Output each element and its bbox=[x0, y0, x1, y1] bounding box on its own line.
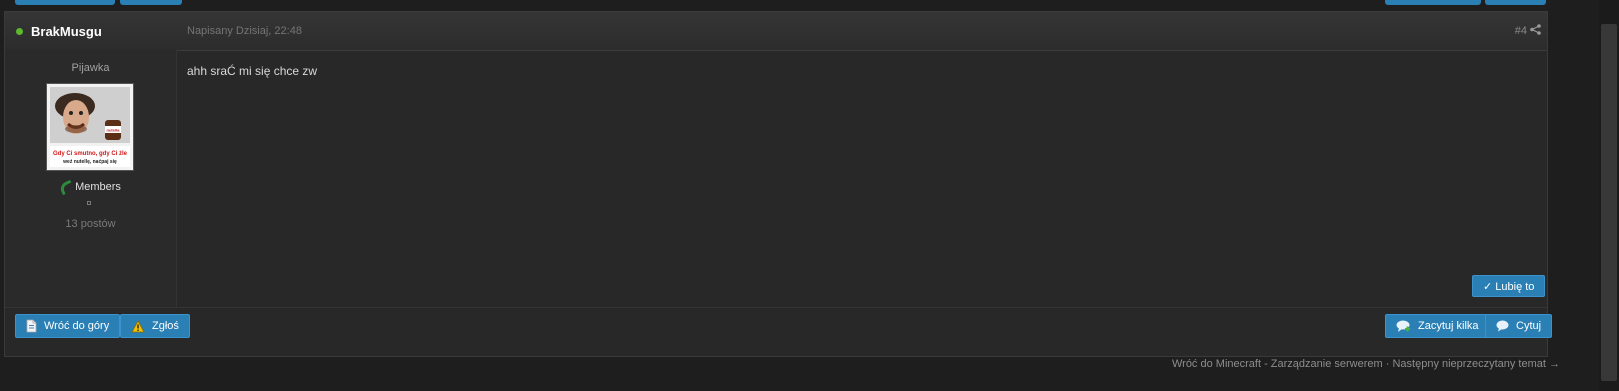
group-icon bbox=[58, 179, 75, 195]
topic-navigation: Wróć do Minecraft - Zarządzanie serwerem… bbox=[1172, 358, 1560, 370]
quote-button[interactable]: Cytuj bbox=[1485, 314, 1553, 338]
warning-icon bbox=[131, 319, 145, 332]
multiquote-button[interactable]: Zacytuj kilka bbox=[1385, 314, 1490, 338]
post-header: BrakMusgu Napisany Dzisiaj, 22:48 #4 bbox=[5, 12, 1547, 51]
post: BrakMusgu Napisany Dzisiaj, 22:48 #4 Pij… bbox=[4, 11, 1553, 357]
quote-icon bbox=[1496, 320, 1509, 332]
back-to-forum-link[interactable]: Wróć do Minecraft - Zarządzanie serwerem bbox=[1172, 358, 1383, 370]
user-title: Pijawka bbox=[71, 62, 110, 74]
post-count: 13 postów bbox=[65, 218, 116, 230]
multiquote-icon bbox=[1396, 320, 1410, 332]
avatar[interactable]: nutella Gdy Ci smutno, gdy Ci źle weź nu… bbox=[46, 83, 134, 171]
top-button-1[interactable] bbox=[15, 0, 115, 5]
top-button-2[interactable] bbox=[120, 0, 182, 5]
svg-text:nutella: nutella bbox=[107, 128, 121, 133]
document-icon bbox=[26, 319, 37, 333]
group-label: Members bbox=[75, 181, 121, 193]
rank-pip bbox=[87, 201, 91, 205]
post-footer-divider bbox=[5, 307, 1547, 308]
post-number[interactable]: #4 bbox=[1515, 25, 1527, 37]
next-unread-link[interactable]: Następny nieprzeczytany temat → bbox=[1392, 358, 1560, 370]
back-to-top-label: Wróć do góry bbox=[44, 320, 110, 332]
author-sidebar: Pijawka nutella Gdy Ci smutno, gdy Ci źl… bbox=[5, 50, 177, 307]
back-to-top-button[interactable]: Wróć do góry bbox=[15, 314, 121, 338]
share-icon[interactable] bbox=[1530, 24, 1541, 35]
post-date: Napisany Dzisiaj, 22:48 bbox=[187, 25, 302, 37]
post-body: ahh sraĆ mi się chce zw bbox=[187, 64, 318, 78]
top-button-4[interactable] bbox=[1485, 0, 1546, 5]
quote-label: Cytuj bbox=[1516, 320, 1542, 332]
like-label: ✓ Lubię to bbox=[1483, 280, 1535, 293]
post-author[interactable]: BrakMusgu bbox=[31, 24, 102, 39]
online-indicator bbox=[16, 28, 23, 35]
report-button[interactable]: Zgłoś bbox=[120, 314, 190, 338]
avatar-image: nutella Gdy Ci smutno, gdy Ci źle weź nu… bbox=[50, 87, 130, 167]
avatar-caption-line1: Gdy Ci smutno, gdy Ci źle bbox=[53, 151, 128, 157]
nav-separator: · bbox=[1385, 358, 1390, 370]
scrollbar[interactable] bbox=[1599, 0, 1619, 391]
like-button[interactable]: ✓ Lubię to bbox=[1472, 275, 1546, 297]
top-button-3[interactable] bbox=[1385, 0, 1481, 5]
scrollbar-thumb[interactable] bbox=[1601, 24, 1617, 381]
avatar-caption-line2: weź nutellę, naćpaj się bbox=[62, 159, 117, 165]
report-label: Zgłoś bbox=[152, 320, 179, 332]
user-group: Members bbox=[5, 179, 176, 195]
multiquote-label: Zacytuj kilka bbox=[1418, 320, 1479, 332]
